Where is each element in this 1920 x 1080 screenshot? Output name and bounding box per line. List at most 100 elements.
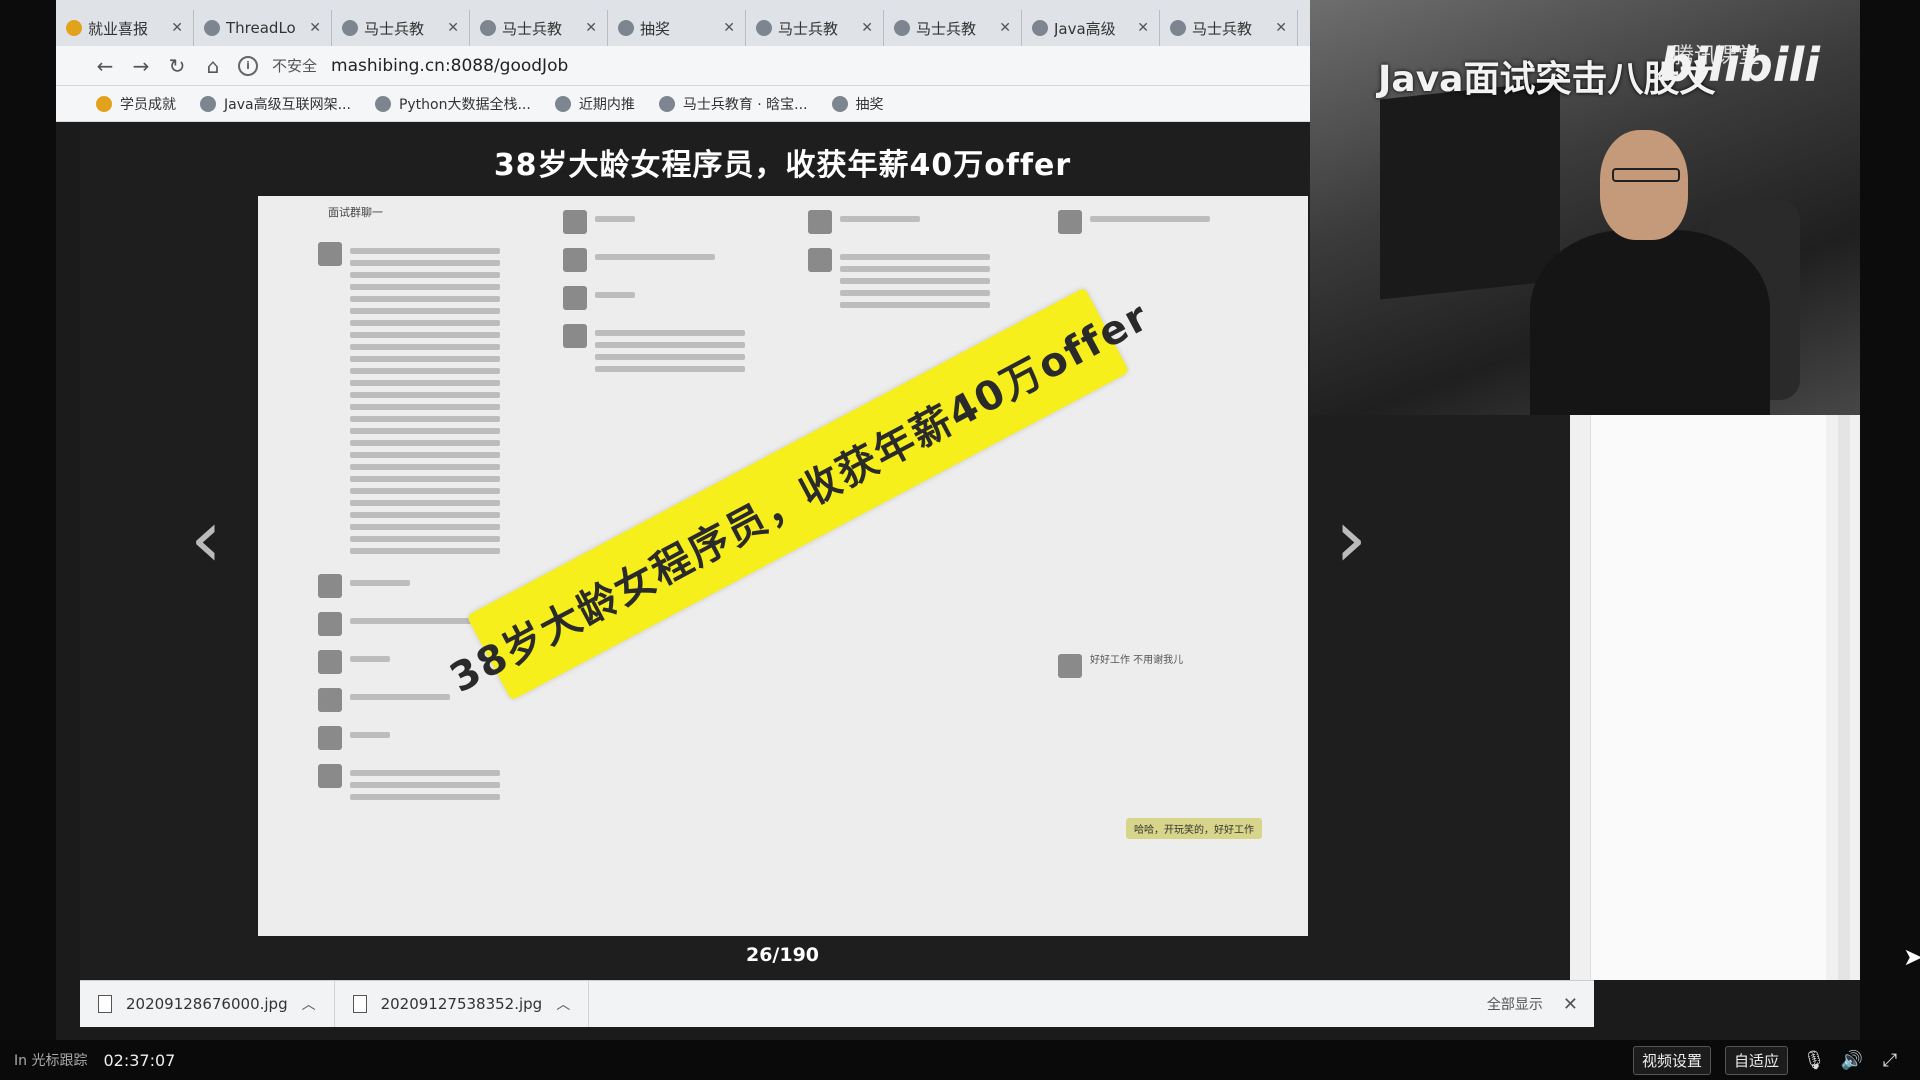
chevron-up-icon[interactable]: ︿: [556, 994, 570, 1014]
monitor: [1380, 80, 1560, 300]
close-icon[interactable]: ✕: [309, 20, 321, 36]
next-arrow-icon[interactable]: ›: [1335, 492, 1367, 585]
bookmark-2[interactable]: Java高级互联网架...: [200, 94, 351, 114]
bilibili-logo: bilibili: [1659, 38, 1820, 92]
bookmark-6[interactable]: 抽奖: [831, 94, 884, 114]
avatar: [808, 248, 832, 272]
mascot-icon: [554, 95, 571, 112]
avatar: [318, 764, 342, 788]
globe-icon: [831, 95, 848, 112]
bookmark-5[interactable]: 马士兵教育 · 晗宝...: [658, 94, 808, 114]
presenter-body: [1530, 230, 1770, 415]
forward-icon[interactable]: →: [130, 54, 152, 78]
chat-message: [563, 248, 803, 272]
close-icon[interactable]: ✕: [171, 20, 183, 36]
info-icon[interactable]: i: [238, 55, 258, 76]
shield-icon: [200, 95, 216, 112]
chat-message: 哈哈，开玩笑的，好好工作: [1058, 818, 1298, 839]
avatar: [1058, 210, 1082, 234]
volume-icon[interactable]: 🔊: [1840, 1050, 1864, 1071]
mascot-icon: [204, 20, 220, 36]
chevron-up-icon[interactable]: ︿: [302, 994, 316, 1014]
mascot-icon: [894, 20, 910, 36]
chat-message: [318, 764, 558, 806]
scrollbar[interactable]: [1838, 415, 1850, 980]
chat-message: [563, 210, 803, 234]
right-letterbox: [1860, 0, 1920, 1040]
side-panel: [1570, 415, 1860, 980]
bookmark-3[interactable]: Python大数据全栈...: [374, 94, 531, 114]
close-icon[interactable]: ✕: [1275, 20, 1287, 36]
close-icon[interactable]: ✕: [861, 20, 873, 36]
chat-message: [563, 324, 803, 378]
fullscreen-icon[interactable]: ⤢: [1878, 1050, 1902, 1071]
close-icon[interactable]: ✕: [447, 20, 459, 36]
file-icon: [98, 995, 112, 1013]
bookmark-1[interactable]: 学员成就: [96, 94, 176, 114]
presenter-head: [1600, 130, 1688, 240]
download-item[interactable]: 20209127538352.jpg ︿: [335, 981, 590, 1027]
avatar: [318, 650, 342, 674]
address-bar: ← → ↻ ⌂ i 不安全 mashibing.cn:8088/goodJob: [56, 46, 1310, 86]
cursor-tracking-label[interactable]: In 光标跟踪: [0, 1050, 87, 1070]
viewer-title: 38岁大龄女程序员，收获年薪40万offer: [493, 148, 1072, 183]
back-icon[interactable]: ←: [94, 54, 116, 78]
chat-message: [318, 242, 558, 560]
avatar: [808, 210, 832, 234]
tab-9[interactable]: 马士兵教 ✕: [1160, 10, 1298, 46]
fire-icon: [96, 95, 112, 112]
close-icon[interactable]: ✕: [585, 20, 597, 36]
home-icon[interactable]: ⌂: [202, 54, 224, 78]
player-right-controls: 视频设置 自适应 🎙 🔊 ⤢: [1632, 1045, 1920, 1075]
chat-message: [808, 248, 1048, 314]
reload-icon[interactable]: ↻: [166, 54, 188, 78]
glasses: [1612, 168, 1680, 182]
avatar: [318, 574, 342, 598]
chat-message: [318, 726, 558, 750]
chat-column-1: 面试群聊一: [318, 196, 558, 936]
close-icon[interactable]: ✕: [1137, 20, 1149, 36]
avatar: [318, 688, 342, 712]
tab-6[interactable]: 马士兵教 ✕: [746, 10, 884, 46]
mascot-icon: [1170, 20, 1186, 36]
fit-button[interactable]: 自适应: [1724, 1045, 1788, 1075]
download-item[interactable]: 20209128676000.jpg ︿: [80, 981, 335, 1027]
tab-8[interactable]: Java高级 ✕: [1022, 10, 1160, 46]
url-input[interactable]: mashibing.cn:8088/goodJob: [331, 56, 568, 76]
image-counter: 26/190: [745, 944, 820, 966]
avatar: [1058, 654, 1082, 678]
chat-message: [563, 286, 803, 310]
download-bar: 20209128676000.jpg ︿ 20209127538352.jpg ︿ …: [80, 980, 1594, 1027]
avatar: [563, 248, 587, 272]
insecure-label[interactable]: 不安全: [272, 55, 317, 76]
tab-5[interactable]: 抽奖 ✕: [608, 10, 746, 46]
chat-header: 面试群聊一: [328, 206, 383, 219]
chat-screenshot: 面试群聊一 好好工作 不用谢我儿 哈哈，开玩笑的，好好工作 38岁大龄女程序员，…: [258, 196, 1308, 936]
microphone-icon[interactable]: 🎙: [1802, 1050, 1826, 1071]
close-icon[interactable]: ✕: [723, 20, 735, 36]
mascot-icon: [480, 20, 496, 36]
tab-bar: 就业喜报 ✕ ThreadLo ✕ 马士兵教 ✕ 马士兵教 ✕ 抽奖 ✕ 马士兵教 ✕ 马士…: [56, 0, 1310, 46]
tab-3[interactable]: 马士兵教 ✕: [332, 10, 470, 46]
webcam-overlay: Java面试突击八股文 腾讯课堂 bilibili: [1310, 0, 1860, 415]
avatar: [563, 210, 587, 234]
tab-1[interactable]: 就业喜报 ✕: [56, 10, 194, 46]
left-letterbox: [0, 0, 56, 1040]
video-settings-button[interactable]: 视频设置: [1632, 1045, 1711, 1075]
chat-message: [1058, 210, 1298, 234]
avatar: [318, 612, 342, 636]
bookmark-4[interactable]: 近期内推: [554, 94, 635, 114]
side-panel-content: [1590, 415, 1826, 980]
previous-arrow-icon[interactable]: ‹: [190, 492, 222, 585]
fire-icon: [66, 20, 82, 36]
tab-2[interactable]: ThreadLo ✕: [194, 10, 332, 46]
tab-7[interactable]: 马士兵教 ✕: [884, 10, 1022, 46]
chat-message: [808, 210, 1048, 234]
shield-icon: [374, 95, 391, 112]
globe-icon: [756, 20, 772, 36]
avatar: [563, 324, 587, 348]
tab-4[interactable]: 马士兵教 ✕: [470, 10, 608, 46]
show-all-link[interactable]: 全部显示: [1487, 994, 1563, 1014]
close-icon[interactable]: ✕: [1563, 994, 1594, 1015]
close-icon[interactable]: ✕: [999, 20, 1011, 36]
